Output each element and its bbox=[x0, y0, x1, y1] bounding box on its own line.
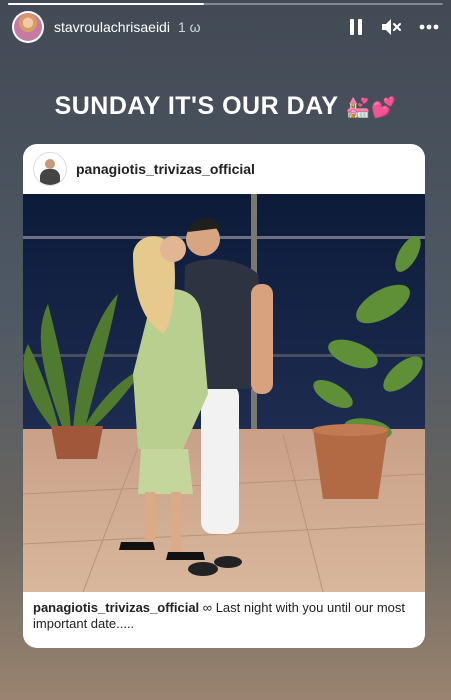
story-timestamp: 1 ω bbox=[177, 19, 201, 35]
post-username[interactable]: panagiotis_trivizas_official bbox=[76, 161, 255, 177]
post-header: panagiotis_trivizas_official bbox=[23, 144, 425, 194]
story-progress-fill bbox=[8, 3, 204, 5]
more-horizontal-icon[interactable] bbox=[419, 24, 439, 30]
speaker-muted-icon[interactable] bbox=[381, 18, 401, 36]
avatar[interactable] bbox=[12, 11, 44, 43]
story-text-overlay: SUNDAY IT'S OUR DAY 💒💕 bbox=[0, 92, 451, 121]
caption-symbol: ∞ bbox=[202, 600, 213, 615]
pause-icon[interactable] bbox=[349, 18, 363, 36]
story-emoji: 💒💕 bbox=[345, 97, 397, 119]
post-caption: panagiotis_trivizas_official ∞ Last nigh… bbox=[23, 592, 425, 632]
shared-post-card[interactable]: panagiotis_trivizas_official panagiotis_… bbox=[23, 144, 425, 648]
story-controls bbox=[349, 18, 439, 36]
story-header: stavroulachrisaeidi 1 ω bbox=[12, 10, 439, 44]
story-progress-bar bbox=[8, 3, 443, 5]
post-photo[interactable] bbox=[23, 194, 425, 592]
story-username[interactable]: stavroulachrisaeidi bbox=[54, 19, 170, 35]
post-avatar[interactable] bbox=[33, 152, 67, 186]
caption-username[interactable]: panagiotis_trivizas_official bbox=[33, 600, 199, 615]
story-text: SUNDAY IT'S OUR DAY bbox=[54, 92, 339, 120]
